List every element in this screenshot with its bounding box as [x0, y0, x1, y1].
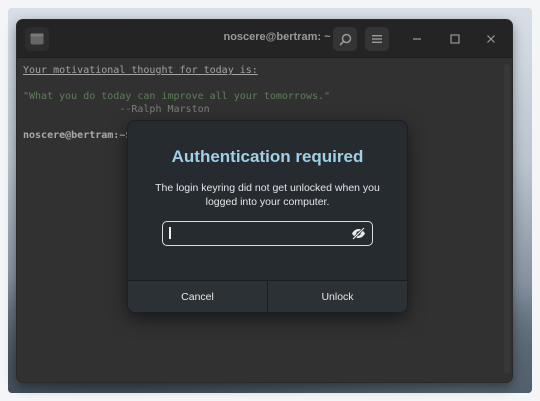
authentication-dialog: Authentication required The login keyrin…: [128, 121, 407, 312]
dialog-button-row: Cancel Unlock: [128, 280, 407, 312]
eye-slash-icon: [351, 227, 365, 240]
password-input[interactable]: [162, 221, 373, 246]
dialog-title: Authentication required: [171, 147, 364, 166]
cancel-button[interactable]: Cancel: [128, 281, 268, 312]
toggle-password-visibility-button[interactable]: [350, 226, 366, 241]
dialog-message: The login keyring did not get unlocked w…: [155, 182, 380, 208]
unlock-button[interactable]: Unlock: [268, 281, 407, 312]
text-cursor: [169, 227, 171, 239]
